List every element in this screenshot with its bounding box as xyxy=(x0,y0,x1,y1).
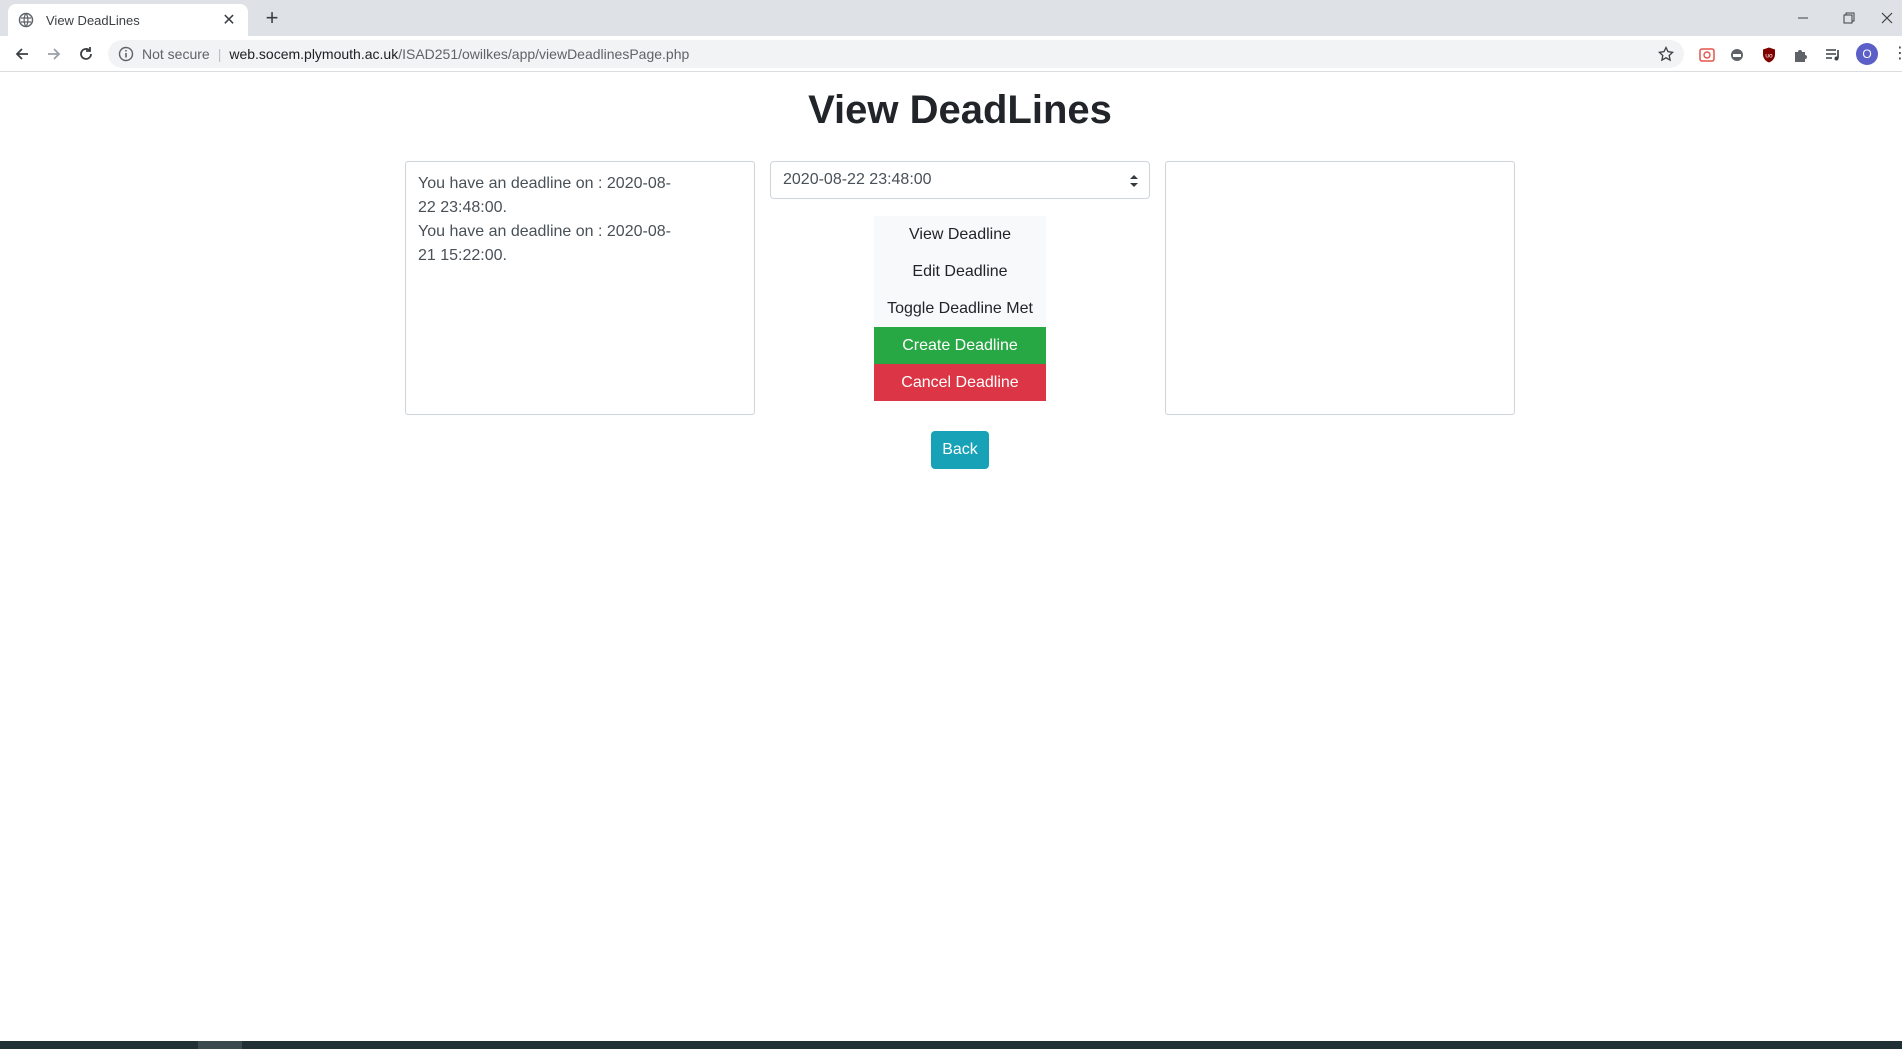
extensions-puzzle-icon[interactable] xyxy=(1792,46,1810,64)
new-tab-icon[interactable]: + xyxy=(258,4,286,32)
tab-close-icon[interactable]: ✕ xyxy=(220,10,238,30)
url-path: /ISAD251/owilkes/app/viewDeadlinesPage.p… xyxy=(398,46,690,62)
taskbar-item[interactable] xyxy=(198,1041,242,1049)
back-arrow-icon[interactable] xyxy=(8,40,36,68)
tab-title: View DeadLines xyxy=(46,12,140,28)
deadline-select[interactable]: 2020-08-22 23:48:00 xyxy=(770,161,1150,199)
info-icon[interactable] xyxy=(118,46,134,62)
address-separator: | xyxy=(217,46,222,62)
globe-icon xyxy=(18,12,34,28)
security-label: Not secure xyxy=(142,46,210,62)
toggle-deadline-met-button[interactable]: Toggle Deadline Met xyxy=(874,290,1046,327)
create-deadline-button[interactable]: Create Deadline xyxy=(874,327,1046,364)
deadline-detail-box xyxy=(1165,161,1515,415)
menu-kebab-icon[interactable]: ⋮ xyxy=(1892,44,1902,64)
deadline-list-box: You have an deadline on : 2020-08-22 23:… xyxy=(405,161,755,415)
window-close-icon[interactable] xyxy=(1872,0,1902,36)
reload-icon[interactable] xyxy=(72,40,100,68)
deadline-message: You have an deadline on : 2020-08-22 23:… xyxy=(418,175,671,216)
bookmark-star-icon[interactable] xyxy=(1658,46,1674,62)
forward-arrow-icon[interactable] xyxy=(40,40,68,68)
page-title: View DeadLines xyxy=(808,88,1112,132)
restore-icon[interactable] xyxy=(1826,0,1872,36)
ublock-shield-icon[interactable]: uo xyxy=(1760,46,1778,64)
edit-deadline-button[interactable]: Edit Deadline xyxy=(874,253,1046,290)
extension-icon[interactable] xyxy=(1698,46,1716,64)
browser-tab-bar: View DeadLines ✕ + xyxy=(0,0,1902,36)
select-arrows-icon xyxy=(1129,172,1139,190)
back-button[interactable]: Back xyxy=(931,431,989,469)
svg-text:uo: uo xyxy=(1765,53,1773,60)
profile-avatar[interactable]: O xyxy=(1856,43,1878,65)
media-control-icon[interactable] xyxy=(1824,46,1842,64)
view-deadline-button[interactable]: View Deadline xyxy=(874,216,1046,253)
privacy-extension-icon[interactable] xyxy=(1728,46,1746,64)
browser-tab[interactable]: View DeadLines ✕ xyxy=(8,4,248,36)
deadline-message: You have an deadline on : 2020-08-21 15:… xyxy=(418,223,671,264)
deadline-select-value: 2020-08-22 23:48:00 xyxy=(783,171,932,188)
cancel-deadline-button[interactable]: Cancel Deadline xyxy=(874,364,1046,401)
url-host: web.socem.plymouth.ac.uk xyxy=(229,46,399,62)
browser-toolbar: Not secure | web.socem.plymouth.ac.uk /I… xyxy=(0,36,1902,72)
os-taskbar xyxy=(0,1041,1902,1049)
minimize-icon[interactable] xyxy=(1780,0,1826,36)
deadline-action-group: View Deadline Edit Deadline Toggle Deadl… xyxy=(874,216,1046,401)
address-bar[interactable]: Not secure | web.socem.plymouth.ac.uk /I… xyxy=(108,40,1684,68)
